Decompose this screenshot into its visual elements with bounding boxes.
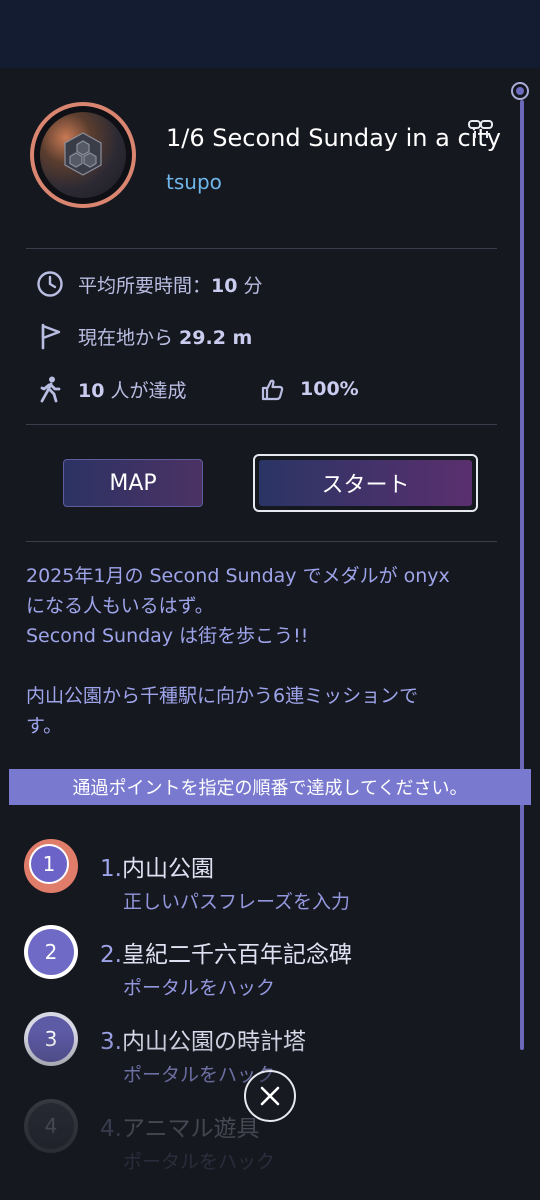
stat-completed-label: 人が達成 <box>104 379 187 402</box>
stat-completed-value: 10 <box>78 379 105 402</box>
step-index: 4. <box>100 1116 122 1142</box>
stat-rating-value: 100% <box>300 378 359 400</box>
stat-time-label: 平均所要時間： <box>78 274 212 297</box>
flag-icon <box>41 323 61 350</box>
link-icon[interactable] <box>467 118 495 140</box>
step-badge: 4 <box>24 1099 78 1153</box>
start-button-label: スタート <box>259 460 472 506</box>
start-button[interactable]: スタート <box>253 454 478 512</box>
description-line: 2025年1月の Second Sunday でメダルが onyx <box>26 565 450 587</box>
top-bar <box>0 0 540 68</box>
stat-distance-value: 29.2 m <box>179 326 253 349</box>
description-line: 内山公園から千種駅に向かう6連ミッションで <box>26 685 419 707</box>
map-button[interactable]: MAP <box>63 459 203 507</box>
mission-avatar <box>30 102 136 208</box>
close-icon <box>260 1086 280 1106</box>
step-task: 正しいパスフレーズを入力 <box>123 891 351 913</box>
mission-image <box>40 112 126 198</box>
step-number: 3 <box>28 1016 74 1062</box>
stat-time-unit: 分 <box>237 274 263 297</box>
waypoint-item[interactable]: 1 1.内山公園 正しいパスフレーズを入力 <box>0 839 520 919</box>
stat-completed: 10 人が達成 <box>36 374 187 404</box>
stat-time: 平均所要時間：10 分 <box>36 269 263 299</box>
mission-title: 1/6 Second Sunday in a city <box>166 124 501 152</box>
waypoint-item[interactable]: 2 2.皇紀二千六百年記念碑 ポータルをハック <box>0 925 520 1005</box>
step-index: 1. <box>100 856 122 882</box>
step-number: 2 <box>28 929 74 975</box>
hexagon-logo-icon <box>64 132 102 176</box>
step-name: 内山公園 <box>121 856 214 882</box>
clock-icon <box>37 271 63 297</box>
step-badge: 3 <box>24 1012 78 1066</box>
description-line: Second Sunday は街を歩こう!! <box>26 625 309 647</box>
step-task: ポータルをハック <box>123 977 276 999</box>
stat-distance-label: 現在地から <box>78 326 180 349</box>
step-index: 3. <box>100 1029 122 1055</box>
divider <box>26 424 497 425</box>
stat-rating: 100% <box>258 374 359 404</box>
step-badge: 1 <box>24 839 78 893</box>
mission-author[interactable]: tsupo <box>166 170 222 194</box>
stat-distance: 現在地から 29.2 m <box>36 321 252 351</box>
walker-icon <box>40 376 61 403</box>
step-index: 2. <box>100 942 122 968</box>
step-task: ポータルをハック <box>123 1151 276 1173</box>
step-name: アニマル遊具 <box>121 1116 260 1142</box>
close-button[interactable] <box>244 1070 296 1122</box>
stat-time-value: 10 <box>211 274 238 297</box>
scrollbar-track[interactable] <box>520 100 524 1050</box>
description-line: になる人もいるはず。 <box>26 595 214 617</box>
waypoint-order-banner: 通過ポイントを指定の順番で達成してください。 <box>9 769 531 805</box>
step-number: 1 <box>29 844 69 884</box>
step-name: 内山公園の時計塔 <box>121 1029 306 1055</box>
scrollbar-thumb[interactable] <box>511 82 529 100</box>
description-blank-line <box>26 651 506 681</box>
divider <box>26 541 497 542</box>
thumbs-up-icon <box>261 379 284 401</box>
step-badge: 2 <box>24 925 78 979</box>
divider <box>26 248 497 249</box>
step-number: 4 <box>28 1103 74 1149</box>
description-line: す。 <box>26 715 63 737</box>
step-name: 皇紀二千六百年記念碑 <box>121 942 352 968</box>
mission-description: 2025年1月の Second Sunday でメダルが onyx になる人もい… <box>26 561 506 741</box>
